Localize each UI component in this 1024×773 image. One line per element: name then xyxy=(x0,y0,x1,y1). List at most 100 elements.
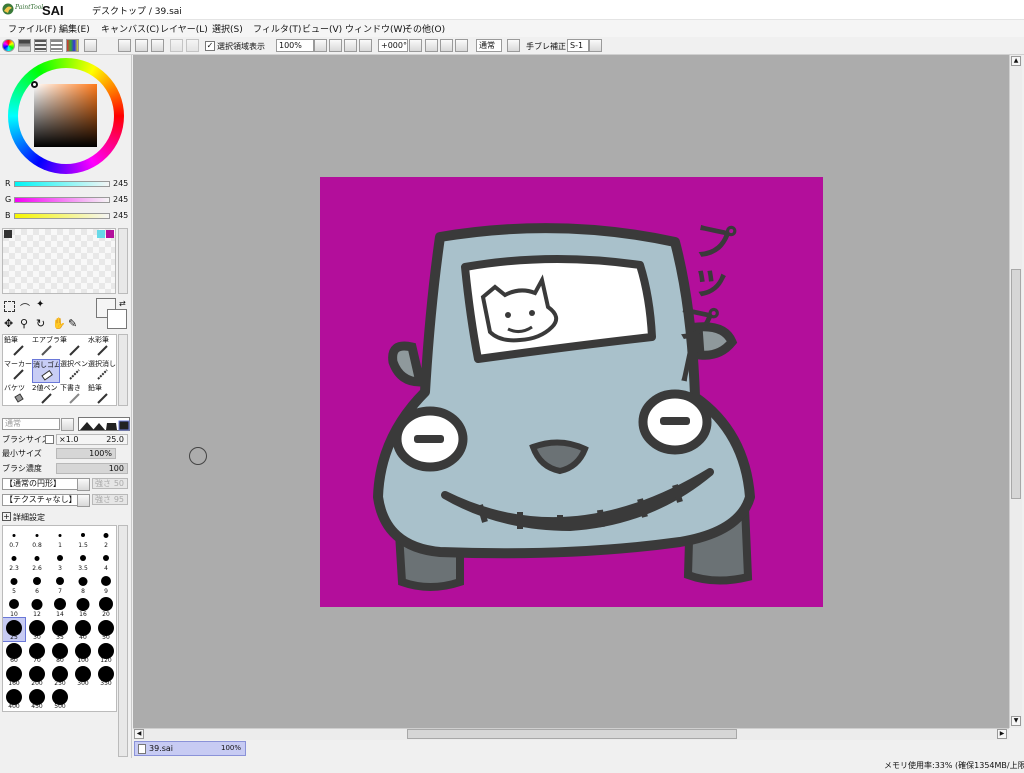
menu-filter[interactable]: フィルタ(T) xyxy=(253,22,301,35)
undo-icon[interactable] xyxy=(170,39,183,52)
brush-size-preset[interactable]: 450 xyxy=(26,687,48,710)
brush-shape-combo[interactable]: 【通常の円形】 xyxy=(2,478,78,490)
saturation-value-square[interactable] xyxy=(34,84,97,147)
color-mixer-toggle-icon[interactable] xyxy=(50,39,63,52)
rotate-right-icon[interactable] xyxy=(440,39,453,52)
horizontal-scrollbar[interactable]: ◀ ▶ xyxy=(133,728,1009,740)
g-slider[interactable] xyxy=(14,197,110,203)
brush-size-preset[interactable]: 1 xyxy=(49,526,71,549)
tool-binary-pen[interactable]: 2値ペン xyxy=(32,383,60,407)
brush-size-preset[interactable]: 300 xyxy=(72,664,94,687)
brush-size-preset[interactable]: 6 xyxy=(26,572,48,595)
brush-size-preset[interactable]: 40 xyxy=(72,618,94,641)
brush-size-slider[interactable]: ×1.0 25.0 xyxy=(56,434,128,445)
menu-edit[interactable]: 編集(E) xyxy=(59,22,90,35)
tool-selection-pen[interactable]: 選択ペン xyxy=(60,359,88,383)
brush-size-preset[interactable]: 5 xyxy=(3,572,25,595)
brush-size-preset[interactable]: 70 xyxy=(26,641,48,664)
scroll-up-icon[interactable]: ▲ xyxy=(1011,56,1021,66)
brush-size-preset[interactable]: 1.5 xyxy=(72,526,94,549)
flip-view-icon[interactable] xyxy=(507,39,520,52)
rotation-dropdown-icon[interactable] xyxy=(409,39,422,52)
brush-size-preset[interactable]: 35 xyxy=(49,618,71,641)
menu-view[interactable]: ビュー(V) xyxy=(302,22,342,35)
stabilizer-dropdown-icon[interactable] xyxy=(589,39,602,52)
menu-canvas[interactable]: キャンバス(C) xyxy=(101,22,159,35)
rgb-slider-toggle-icon[interactable] xyxy=(18,39,31,52)
menu-window[interactable]: ウィンドウ(W) xyxy=(345,22,406,35)
scroll-down-icon[interactable]: ▼ xyxy=(1011,716,1021,726)
zoom-field[interactable]: 100% xyxy=(276,39,314,52)
zoom-in-icon[interactable] xyxy=(344,39,357,52)
eyedropper-icon[interactable]: ✎ xyxy=(68,317,77,330)
brush-mode-dropdown-icon[interactable] xyxy=(61,418,74,431)
brush-size-preset[interactable]: 120 xyxy=(95,641,116,664)
tool-brush[interactable]: 筆 xyxy=(60,335,88,359)
tool-grid-scrollbar[interactable] xyxy=(118,334,128,406)
move-icon[interactable]: ✥ xyxy=(4,317,13,330)
blend-mode-field[interactable]: 通常 xyxy=(476,39,502,52)
tool-pencil[interactable]: 鉛筆 xyxy=(4,335,32,359)
zoom-reset-icon[interactable] xyxy=(359,39,372,52)
texture-dropdown-icon[interactable] xyxy=(77,494,90,507)
document-tab[interactable]: 39.sai 100% xyxy=(134,741,246,756)
invert-selection-icon[interactable] xyxy=(151,39,164,52)
rotation-field[interactable]: +000° xyxy=(378,39,408,52)
detail-settings-label[interactable]: 詳細設定 xyxy=(13,512,45,523)
brush-grid-scrollbar[interactable] xyxy=(118,525,128,757)
brush-size-preset[interactable]: 9 xyxy=(95,572,116,595)
brush-size-preset[interactable]: 20 xyxy=(95,595,116,618)
menu-layer[interactable]: レイヤー(L) xyxy=(160,22,208,35)
swap-colors-icon[interactable]: ⇄ xyxy=(119,299,126,308)
brush-size-preset[interactable]: 0.7 xyxy=(3,526,25,549)
secondary-color-box[interactable] xyxy=(107,309,127,329)
swatch-color-1[interactable] xyxy=(4,230,12,238)
vertical-scrollbar[interactable]: ▲ ▼ xyxy=(1009,55,1022,728)
brush-size-preset[interactable]: 250 xyxy=(49,664,71,687)
min-size-slider[interactable]: 100% xyxy=(56,448,116,459)
swatch-scrollbar[interactable] xyxy=(118,228,128,294)
brush-size-preset[interactable]: 3.5 xyxy=(72,549,94,572)
brush-size-preset[interactable]: 14 xyxy=(49,595,71,618)
menu-selection[interactable]: 選択(S) xyxy=(212,22,243,35)
stabilizer-field[interactable]: S-1 xyxy=(567,39,589,52)
rotate-reset-icon[interactable] xyxy=(455,39,468,52)
r-slider[interactable] xyxy=(14,181,110,187)
brush-size-preset[interactable]: 25 xyxy=(3,617,26,642)
menu-other[interactable]: その他(O) xyxy=(404,22,445,35)
lasso-icon[interactable]: ⌒ xyxy=(20,300,30,315)
brush-size-preset[interactable]: 0.8 xyxy=(26,526,48,549)
brush-size-preset[interactable]: 3 xyxy=(49,549,71,572)
brush-size-preset[interactable]: 160 xyxy=(3,664,25,687)
scratchpad-toggle-icon[interactable] xyxy=(84,39,97,52)
tool-pencil-2[interactable]: 鉛筆 xyxy=(88,383,116,407)
brush-size-preset[interactable]: 500 xyxy=(49,687,71,710)
tool-bucket[interactable]: バケツ xyxy=(4,383,32,407)
hue-marker[interactable] xyxy=(31,81,38,88)
hsv-slider-toggle-icon[interactable] xyxy=(34,39,47,52)
tool-selection-eraser[interactable]: 選択消し xyxy=(88,359,116,383)
brush-size-preset[interactable]: 16 xyxy=(72,595,94,618)
vertical-scroll-thumb[interactable] xyxy=(1011,269,1021,499)
zoom-dropdown-icon[interactable] xyxy=(314,39,327,52)
zoom-out-icon[interactable] xyxy=(329,39,342,52)
brush-size-preset[interactable]: 400 xyxy=(3,687,25,710)
deselect-icon[interactable] xyxy=(135,39,148,52)
tool-sketch[interactable]: 下書き xyxy=(60,383,88,407)
rotate-left-icon[interactable] xyxy=(425,39,438,52)
tool-watercolor[interactable]: 水彩筆 xyxy=(88,335,116,359)
rotate-tool-icon[interactable]: ↻ xyxy=(36,317,45,330)
menu-file[interactable]: ファイル(F) xyxy=(8,22,56,35)
brush-size-preset[interactable]: 2.3 xyxy=(3,549,25,572)
selection-display-checkbox[interactable]: ✓ xyxy=(205,41,215,51)
brush-size-preset[interactable]: 7 xyxy=(49,572,71,595)
tool-eraser[interactable]: 消しゴム xyxy=(32,359,60,383)
tool-marker[interactable]: マーカー xyxy=(4,359,32,383)
brush-size-preset[interactable]: 100 xyxy=(72,641,94,664)
brush-shape-dropdown-icon[interactable] xyxy=(77,478,90,491)
horizontal-scroll-thumb[interactable] xyxy=(407,729,737,739)
brush-size-preset[interactable]: 50 xyxy=(95,618,116,641)
b-slider[interactable] xyxy=(14,213,110,219)
scroll-right-icon[interactable]: ▶ xyxy=(997,729,1007,739)
brush-shape-strength[interactable]: 強さ 50 xyxy=(92,478,128,489)
